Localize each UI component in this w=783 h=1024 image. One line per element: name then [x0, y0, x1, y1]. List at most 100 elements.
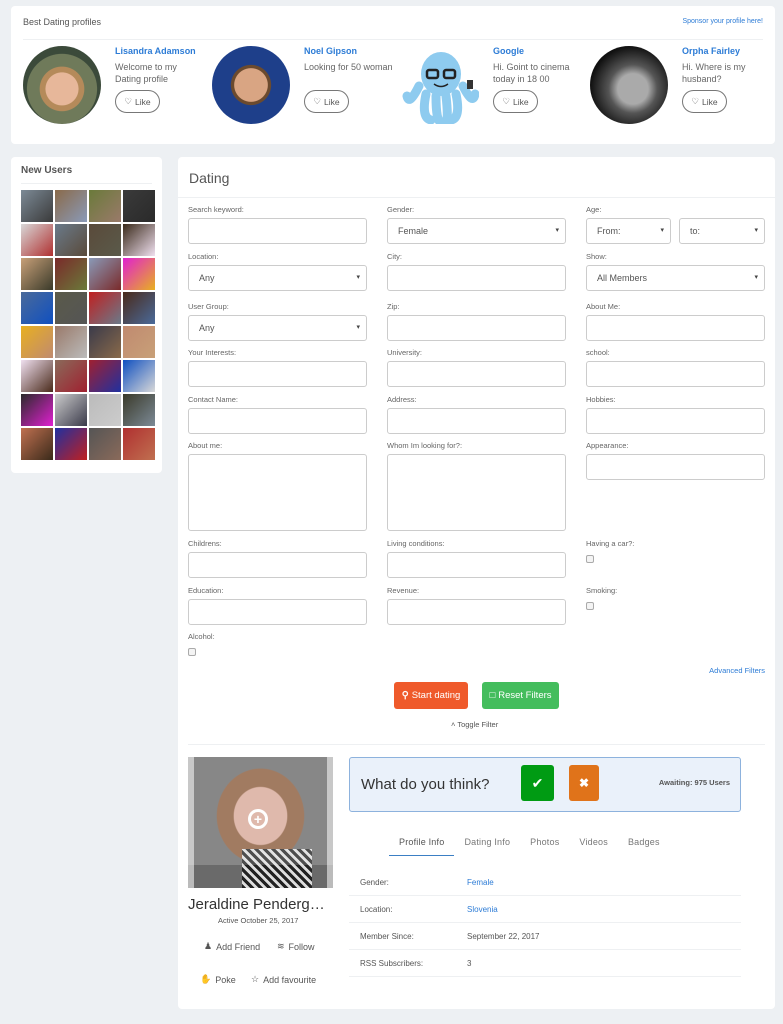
new-user-thumbnail[interactable]: [55, 292, 87, 324]
new-user-thumbnail[interactable]: [55, 190, 87, 222]
new-user-thumbnail[interactable]: [89, 292, 121, 324]
appearance-input[interactable]: [586, 454, 765, 480]
new-user-thumbnail[interactable]: [21, 326, 53, 358]
avatar[interactable]: [212, 46, 290, 124]
field-label: Search keyword:: [188, 205, 244, 214]
looking-for-textarea[interactable]: [387, 454, 566, 531]
new-user-thumbnail[interactable]: [21, 394, 53, 426]
tab-dating-info[interactable]: Dating Info: [454, 837, 520, 856]
new-user-thumbnail[interactable]: [55, 258, 87, 290]
like-button[interactable]: ♡ Like: [304, 90, 349, 113]
like-button[interactable]: ♡ Like: [493, 90, 538, 113]
zoom-in-icon[interactable]: +: [248, 809, 268, 829]
new-user-thumbnail[interactable]: [21, 224, 53, 256]
avatar[interactable]: [401, 46, 479, 124]
new-user-thumbnail[interactable]: [89, 224, 121, 256]
new-user-thumbnail[interactable]: [89, 190, 121, 222]
add-favourite-button[interactable]: ☆ Add favourite: [251, 974, 316, 985]
user-group-select[interactable]: Any: [188, 315, 367, 341]
new-user-thumbnail[interactable]: [123, 394, 155, 426]
age-from-select[interactable]: From:: [586, 218, 671, 244]
tab-videos[interactable]: Videos: [569, 837, 618, 856]
about-me-textarea[interactable]: [188, 454, 367, 531]
zip-input[interactable]: [387, 315, 566, 341]
new-user-thumbnail[interactable]: [55, 428, 87, 460]
age-to-select[interactable]: to:: [679, 218, 765, 244]
contact-name-input[interactable]: [188, 408, 367, 434]
new-user-thumbnail[interactable]: [55, 326, 87, 358]
new-user-thumbnail[interactable]: [21, 428, 53, 460]
follow-button[interactable]: ≋ Follow: [277, 941, 315, 952]
yes-button[interactable]: ✔: [521, 765, 554, 801]
revenue-input[interactable]: [387, 599, 566, 625]
avatar[interactable]: [590, 46, 668, 124]
sponsor-link[interactable]: Sponsor your profile here!: [682, 18, 763, 25]
new-user-thumbnail[interactable]: [123, 428, 155, 460]
reset-filters-button[interactable]: □ Reset Filters: [482, 682, 559, 709]
new-user-thumbnail[interactable]: [89, 258, 121, 290]
add-friend-button[interactable]: ♟ Add Friend: [204, 941, 260, 952]
info-value[interactable]: Female: [467, 878, 494, 887]
new-user-thumbnail[interactable]: [89, 394, 121, 426]
education-input[interactable]: [188, 599, 367, 625]
like-button[interactable]: ♡ Like: [115, 90, 160, 113]
new-user-thumbnail[interactable]: [55, 394, 87, 426]
childrens-input[interactable]: [188, 552, 367, 578]
avatar[interactable]: [23, 46, 101, 124]
tab-profile-info[interactable]: Profile Info: [389, 837, 455, 856]
interests-input[interactable]: [188, 361, 367, 387]
search-keyword-input[interactable]: [188, 218, 367, 244]
poke-button[interactable]: ✋ Poke: [200, 974, 236, 985]
new-user-thumbnail[interactable]: [21, 190, 53, 222]
add-favourite-label: Add favourite: [263, 974, 317, 985]
info-value[interactable]: Slovenia: [467, 905, 498, 914]
start-dating-label: Start dating: [411, 690, 461, 701]
hobbies-input[interactable]: [586, 408, 765, 434]
new-user-thumbnail[interactable]: [123, 190, 155, 222]
new-user-thumbnail[interactable]: [89, 326, 121, 358]
address-input[interactable]: [387, 408, 566, 434]
gender-select[interactable]: Female: [387, 218, 566, 244]
childrens-field: Childrens:: [188, 539, 367, 578]
new-user-thumbnail[interactable]: [123, 360, 155, 392]
profile-name[interactable]: Google: [493, 46, 524, 56]
new-user-thumbnail[interactable]: [123, 292, 155, 324]
like-button[interactable]: ♡ Like: [682, 90, 727, 113]
advanced-filters-link[interactable]: Advanced Filters: [709, 666, 765, 675]
field-label: school:: [586, 348, 610, 357]
no-button[interactable]: ✖: [569, 765, 599, 801]
new-user-thumbnail[interactable]: [123, 326, 155, 358]
tab-photos[interactable]: Photos: [520, 837, 569, 856]
new-user-thumbnail[interactable]: [89, 428, 121, 460]
tab-badges[interactable]: Badges: [618, 837, 670, 856]
new-user-thumbnail[interactable]: [21, 258, 53, 290]
new-user-thumbnail[interactable]: [123, 258, 155, 290]
new-user-thumbnail[interactable]: [21, 292, 53, 324]
school-input[interactable]: [586, 361, 765, 387]
info-row: Gender: Female: [349, 869, 741, 896]
start-dating-button[interactable]: ⚲ Start dating: [394, 682, 468, 709]
city-input[interactable]: [387, 265, 566, 291]
new-users-title: New Users: [21, 165, 73, 176]
new-user-thumbnail[interactable]: [55, 360, 87, 392]
profile-name[interactable]: Orpha Fairley: [682, 46, 740, 56]
new-user-thumbnail[interactable]: [21, 360, 53, 392]
living-conditions-input[interactable]: [387, 552, 566, 578]
about-me-short-input[interactable]: [586, 315, 765, 341]
profile-card: Google Hi. Goint to cinema today in 18 0…: [401, 46, 591, 132]
smoking-checkbox[interactable]: [586, 602, 594, 610]
new-user-thumbnail[interactable]: [89, 360, 121, 392]
university-input[interactable]: [387, 361, 566, 387]
field-label: User Group:: [188, 302, 229, 311]
age-field: Age: From: to:: [586, 205, 765, 244]
profile-name[interactable]: Lisandra Adamson: [115, 46, 196, 56]
new-user-thumbnail[interactable]: [55, 224, 87, 256]
location-select[interactable]: Any: [188, 265, 367, 291]
toggle-filter-link[interactable]: ˄ Toggle Filter: [451, 720, 498, 729]
new-user-thumbnail[interactable]: [123, 224, 155, 256]
profile-name[interactable]: Noel Gipson: [304, 46, 357, 56]
show-select[interactable]: All Members: [586, 265, 765, 291]
alcohol-checkbox[interactable]: [188, 648, 196, 656]
profile-photo[interactable]: +: [188, 757, 333, 888]
having-car-checkbox[interactable]: [586, 555, 594, 563]
